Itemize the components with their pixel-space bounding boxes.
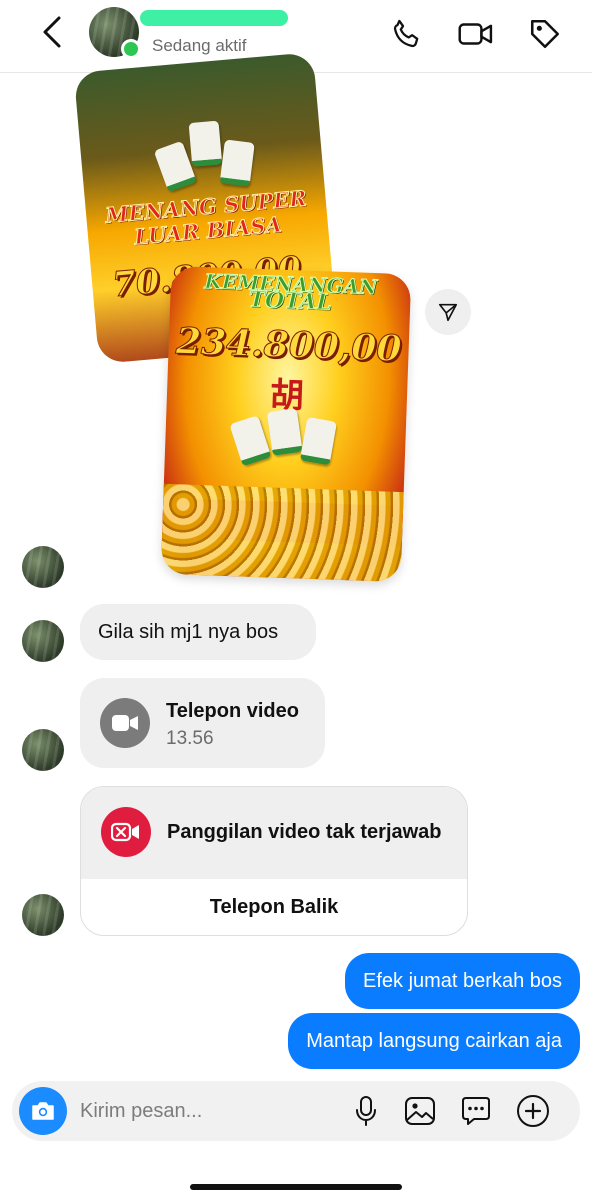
outgoing-message-bubble[interactable]: Mantap langsung cairkan aja bbox=[288, 1013, 580, 1069]
mahjong-tile bbox=[299, 416, 338, 466]
video-camera-icon bbox=[100, 698, 150, 748]
mahjong-tile bbox=[229, 415, 272, 467]
missed-call-header: Panggilan video tak terjawab bbox=[81, 787, 467, 879]
sender-avatar[interactable] bbox=[22, 894, 64, 936]
mahjong-tile bbox=[219, 139, 255, 187]
missed-call-card: Panggilan video tak terjawab Telepon Bal… bbox=[80, 786, 468, 936]
outgoing-message-text: Mantap langsung cairkan aja bbox=[306, 1029, 562, 1052]
back-arrow-icon[interactable] bbox=[36, 14, 68, 50]
incoming-message-text: Gila sih mj1 nya bos bbox=[98, 620, 279, 643]
online-indicator bbox=[121, 39, 141, 59]
video-call-bubble[interactable]: Telepon video 13.56 bbox=[80, 678, 325, 768]
video-call-title: Telepon video bbox=[166, 700, 299, 722]
outgoing-message-bubble[interactable]: Efek jumat berkah bos bbox=[345, 953, 580, 1009]
contact-name-redacted[interactable] bbox=[140, 10, 288, 26]
message-input[interactable]: Kirim pesan... bbox=[80, 1100, 202, 1123]
sender-avatar[interactable] bbox=[22, 546, 64, 588]
add-icon[interactable] bbox=[515, 1093, 551, 1129]
microphone-icon[interactable] bbox=[348, 1093, 384, 1129]
outgoing-message-text: Efek jumat berkah bos bbox=[363, 969, 562, 992]
video-call-icon[interactable] bbox=[456, 14, 496, 54]
call-back-button[interactable]: Telepon Balik bbox=[81, 879, 467, 935]
sticker-chat-icon[interactable] bbox=[458, 1093, 494, 1129]
gallery-icon[interactable] bbox=[402, 1093, 438, 1129]
jackpot-image-front[interactable]: KEMENANGAN TOTAL 234.800,00 胡 bbox=[160, 265, 412, 583]
mahjong-tile bbox=[266, 408, 303, 456]
sender-avatar[interactable] bbox=[22, 620, 64, 662]
share-icon[interactable] bbox=[425, 289, 471, 335]
front-card-amount: 234.800,00 bbox=[175, 320, 403, 371]
gold-coins bbox=[160, 483, 404, 583]
video-call-time: 13.56 bbox=[166, 728, 214, 749]
incoming-message-bubble[interactable]: Gila sih mj1 nya bos bbox=[80, 604, 316, 660]
phone-icon[interactable] bbox=[387, 14, 427, 54]
camera-icon[interactable] bbox=[19, 1087, 67, 1135]
sender-avatar[interactable] bbox=[22, 729, 64, 771]
missed-call-title: Panggilan video tak terjawab bbox=[167, 821, 442, 843]
message-composer: Kirim pesan... bbox=[12, 1081, 580, 1141]
missed-video-call-icon bbox=[101, 807, 151, 857]
mahjong-tile bbox=[188, 120, 223, 168]
home-indicator bbox=[190, 1184, 402, 1190]
tag-icon[interactable] bbox=[525, 14, 565, 54]
contact-status: Sedang aktif bbox=[152, 36, 247, 55]
